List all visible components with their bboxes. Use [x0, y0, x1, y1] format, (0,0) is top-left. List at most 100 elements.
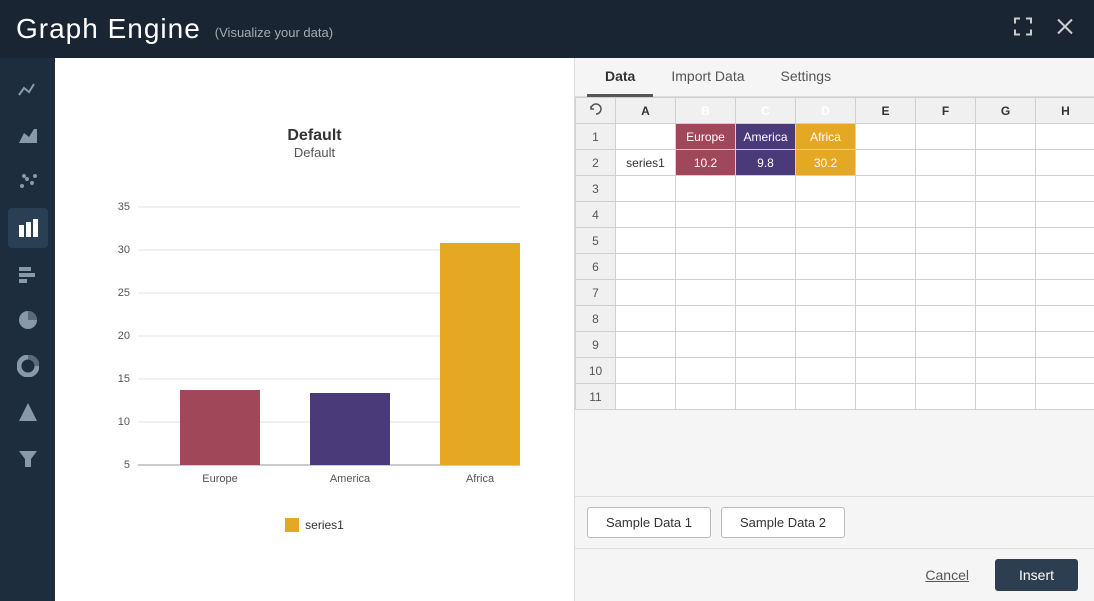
cell-g-11[interactable] [976, 384, 1036, 410]
cell-a-4[interactable] [616, 202, 676, 228]
cell-h-6[interactable] [1036, 254, 1094, 280]
tab-data[interactable]: Data [587, 58, 653, 97]
cell-b-8[interactable] [676, 306, 736, 332]
cell-b-10[interactable] [676, 358, 736, 384]
cell-h-7[interactable] [1036, 280, 1094, 306]
sidebar-icon-area[interactable] [8, 116, 48, 156]
cell-g-4[interactable] [976, 202, 1036, 228]
cell-d-7[interactable] [796, 280, 856, 306]
cell-a-6[interactable] [616, 254, 676, 280]
cell-e-10[interactable] [856, 358, 916, 384]
cell-e-6[interactable] [856, 254, 916, 280]
cell-d-8[interactable] [796, 306, 856, 332]
cell-e-11[interactable] [856, 384, 916, 410]
cell-h-9[interactable] [1036, 332, 1094, 358]
cell-b-7[interactable] [676, 280, 736, 306]
cell-b-3[interactable] [676, 176, 736, 202]
cell-f-10[interactable] [916, 358, 976, 384]
cell-e-5[interactable] [856, 228, 916, 254]
cell-d-5[interactable] [796, 228, 856, 254]
cell-b-6[interactable] [676, 254, 736, 280]
spreadsheet-scroll[interactable]: A B C D E F G H 1EuropeAmericaAfrica2ser… [575, 97, 1094, 496]
cell-g-3[interactable] [976, 176, 1036, 202]
cell-d-11[interactable] [796, 384, 856, 410]
cell-e-2[interactable] [856, 150, 916, 176]
cell-d-1[interactable]: Africa [796, 124, 856, 150]
cell-e-9[interactable] [856, 332, 916, 358]
sidebar-icon-hbar[interactable] [8, 254, 48, 294]
cancel-button[interactable]: Cancel [911, 559, 983, 591]
cell-a-2[interactable]: series1 [616, 150, 676, 176]
sidebar-icon-donut[interactable] [8, 346, 48, 386]
sample-data-1-button[interactable]: Sample Data 1 [587, 507, 711, 538]
cell-a-3[interactable] [616, 176, 676, 202]
cell-a-1[interactable] [616, 124, 676, 150]
cell-h-3[interactable] [1036, 176, 1094, 202]
cell-g-7[interactable] [976, 280, 1036, 306]
cell-h-5[interactable] [1036, 228, 1094, 254]
cell-d-4[interactable] [796, 202, 856, 228]
cell-f-1[interactable] [916, 124, 976, 150]
cell-b-11[interactable] [676, 384, 736, 410]
cell-f-4[interactable] [916, 202, 976, 228]
cell-g-8[interactable] [976, 306, 1036, 332]
sample-data-2-button[interactable]: Sample Data 2 [721, 507, 845, 538]
sidebar-icon-line[interactable] [8, 70, 48, 110]
cell-a-8[interactable] [616, 306, 676, 332]
cell-a-5[interactable] [616, 228, 676, 254]
cell-f-2[interactable] [916, 150, 976, 176]
cell-b-1[interactable]: Europe [676, 124, 736, 150]
cell-e-8[interactable] [856, 306, 916, 332]
cell-e-1[interactable] [856, 124, 916, 150]
cell-e-3[interactable] [856, 176, 916, 202]
cell-f-7[interactable] [916, 280, 976, 306]
insert-button[interactable]: Insert [995, 559, 1078, 591]
cell-c-3[interactable] [736, 176, 796, 202]
sidebar-icon-pie[interactable] [8, 300, 48, 340]
cell-h-4[interactable] [1036, 202, 1094, 228]
cell-b-5[interactable] [676, 228, 736, 254]
cell-b-2[interactable]: 10.2 [676, 150, 736, 176]
cell-b-4[interactable] [676, 202, 736, 228]
cell-g-6[interactable] [976, 254, 1036, 280]
sidebar-icon-scatter[interactable] [8, 162, 48, 202]
cell-f-9[interactable] [916, 332, 976, 358]
cell-d-6[interactable] [796, 254, 856, 280]
cell-c-1[interactable]: America [736, 124, 796, 150]
cell-h-11[interactable] [1036, 384, 1094, 410]
cell-c-2[interactable]: 9.8 [736, 150, 796, 176]
cell-a-10[interactable] [616, 358, 676, 384]
sidebar-icon-bar[interactable] [8, 208, 48, 248]
tab-import[interactable]: Import Data [653, 58, 762, 97]
close-button[interactable] [1048, 14, 1082, 45]
cell-h-10[interactable] [1036, 358, 1094, 384]
cell-g-9[interactable] [976, 332, 1036, 358]
cell-f-6[interactable] [916, 254, 976, 280]
cell-g-2[interactable] [976, 150, 1036, 176]
cell-g-10[interactable] [976, 358, 1036, 384]
tab-settings[interactable]: Settings [763, 58, 850, 97]
cell-d-10[interactable] [796, 358, 856, 384]
cell-c-6[interactable] [736, 254, 796, 280]
cell-f-5[interactable] [916, 228, 976, 254]
sidebar-icon-funnel[interactable] [8, 438, 48, 478]
cell-f-11[interactable] [916, 384, 976, 410]
cell-g-5[interactable] [976, 228, 1036, 254]
cell-d-2[interactable]: 30.2 [796, 150, 856, 176]
cell-f-8[interactable] [916, 306, 976, 332]
cell-h-8[interactable] [1036, 306, 1094, 332]
cell-d-3[interactable] [796, 176, 856, 202]
sidebar-icon-triangle[interactable] [8, 392, 48, 432]
cell-e-4[interactable] [856, 202, 916, 228]
cell-h-1[interactable] [1036, 124, 1094, 150]
cell-a-11[interactable] [616, 384, 676, 410]
cell-c-9[interactable] [736, 332, 796, 358]
cell-a-7[interactable] [616, 280, 676, 306]
cell-f-3[interactable] [916, 176, 976, 202]
cell-c-5[interactable] [736, 228, 796, 254]
cell-c-11[interactable] [736, 384, 796, 410]
cell-g-1[interactable] [976, 124, 1036, 150]
cell-d-9[interactable] [796, 332, 856, 358]
cell-e-7[interactable] [856, 280, 916, 306]
cell-h-2[interactable] [1036, 150, 1094, 176]
